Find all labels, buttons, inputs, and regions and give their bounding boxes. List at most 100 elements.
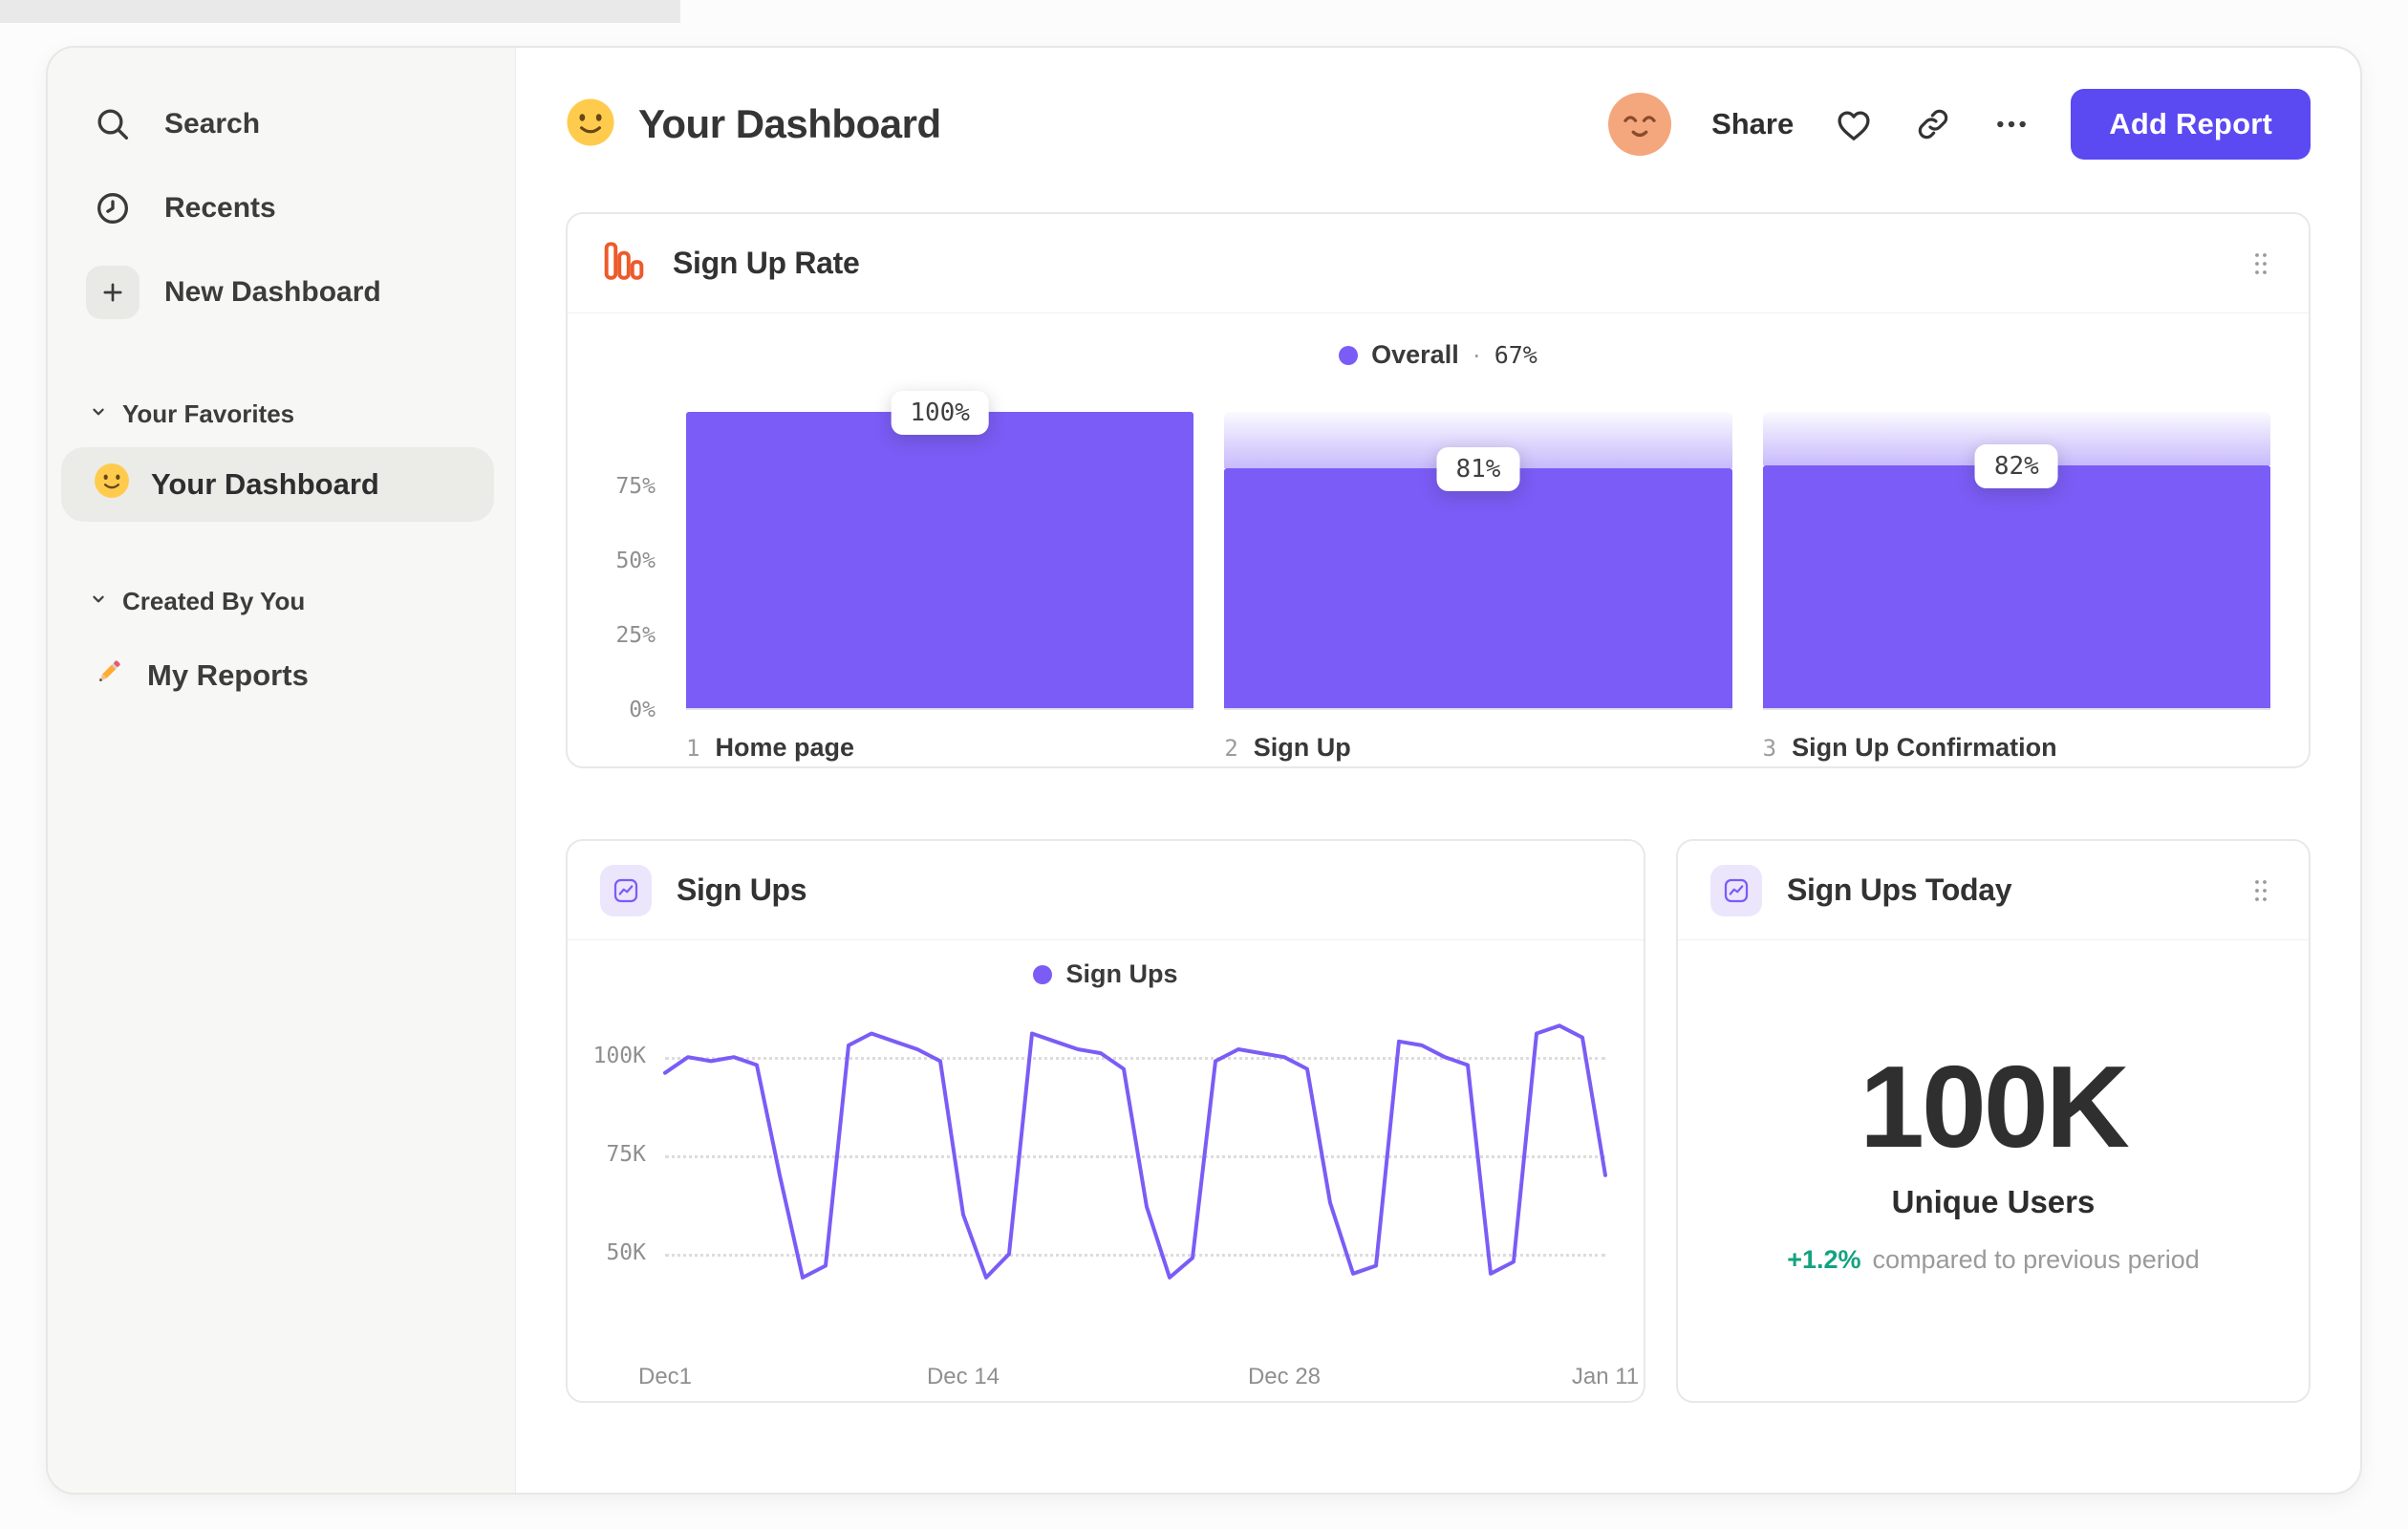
add-report-button[interactable]: Add Report	[2071, 89, 2311, 160]
legend-dot	[1033, 964, 1053, 984]
funnel-bar: 82%	[1762, 412, 2270, 710]
page-title: Your Dashboard	[638, 101, 941, 146]
plus-icon	[86, 266, 140, 319]
funnel-step-home-page[interactable]: 100% 1 Home page	[686, 391, 1194, 763]
search-icon	[86, 105, 140, 143]
sidebar-item-my-reports[interactable]: My Reports	[48, 638, 515, 713]
smiley-emoji-icon	[566, 97, 615, 152]
funnel-y-tick: 25%	[615, 623, 656, 648]
avatar[interactable]	[1608, 93, 1672, 156]
step-name: Home page	[715, 733, 854, 762]
funnel-bars-icon	[600, 237, 648, 290]
legend-label: Sign Ups	[1065, 959, 1178, 988]
funnel-bar-fill	[1224, 467, 1732, 708]
metric-subtitle: Unique Users	[1891, 1183, 2096, 1219]
funnel-y-tick: 0%	[629, 698, 656, 722]
funnel-value-tag: 82%	[1974, 443, 2058, 488]
chevron-down-icon	[88, 587, 109, 616]
y-axis-tick: 100K	[592, 1044, 646, 1069]
drag-handle-icon[interactable]	[2251, 878, 2270, 903]
step-number: 3	[1762, 735, 1777, 762]
card-title: Sign Ups	[677, 872, 807, 907]
legend-value: 67%	[1494, 341, 1537, 369]
favorites-section-header[interactable]: Your Favorites	[48, 384, 515, 443]
app-window: Search Recents New Dashboard Your Favori…	[46, 46, 2362, 1495]
card-title: Sign Up Rate	[673, 246, 860, 280]
main-content: Your Dashboard Share Add Report Sign Up …	[516, 48, 2360, 1493]
funnel-legend[interactable]: Overall · 67%	[1339, 340, 1537, 370]
pencil-icon	[92, 655, 126, 697]
funnel-step-label: 3 Sign Up Confirmation	[1763, 733, 2270, 763]
funnel-step-label: 1 Home page	[686, 733, 1193, 763]
funnel-step-sign-up[interactable]: 81% 2 Sign Up	[1224, 412, 1732, 763]
step-number: 2	[1224, 735, 1238, 762]
line-chart-icon	[600, 864, 652, 916]
y-axis-tick: 50K	[606, 1240, 646, 1266]
signups-line-chart[interactable]: 100K 75K 50K	[593, 1016, 1607, 1348]
sidebar-item-search[interactable]: Search	[48, 82, 515, 166]
sidebar-item-new-dashboard[interactable]: New Dashboard	[48, 250, 515, 334]
funnel-bar: 81%	[1224, 412, 1732, 710]
clock-icon	[86, 189, 140, 227]
more-options-button[interactable]	[1992, 105, 2031, 143]
funnel-y-axis: 75% 50% 25% 0%	[592, 412, 656, 722]
sidebar-item-your-dashboard[interactable]: Your Dashboard	[61, 447, 494, 522]
today-card-body: 100K Unique Users +1.2% compared to prev…	[1678, 921, 2309, 1401]
step-number: 1	[686, 735, 700, 762]
chevron-down-icon	[88, 399, 109, 429]
funnel-bar: 100%	[686, 391, 1194, 710]
line-chart-icon	[1710, 864, 1762, 916]
sidebar-section-favorites: Your Favorites Your Dashboard	[48, 384, 515, 522]
funnel-step-label: 2 Sign Up	[1224, 733, 1731, 763]
section-header-label: Created By You	[122, 586, 306, 615]
funnel-value-tag: 100%	[891, 391, 989, 435]
funnel-bar-fill	[686, 412, 1194, 708]
signups-legend[interactable]: Sign Ups	[1033, 959, 1178, 989]
created-section-header[interactable]: Created By You	[48, 571, 515, 631]
funnel-value-tag: 81%	[1436, 446, 1520, 491]
signups-card: Sign Ups Sign Ups 100K 75K 50K Dec1 Dec 14 D…	[566, 839, 1645, 1403]
metric-delta-row: +1.2% compared to previous period	[1787, 1245, 2200, 1275]
legend-label: Overall	[1371, 340, 1459, 369]
funnel-bar-fill	[1762, 464, 2270, 708]
delta-value: +1.2%	[1787, 1244, 1861, 1274]
smiley-emoji-icon	[94, 463, 130, 506]
window-edge-artifact	[0, 0, 680, 23]
legend-dot	[1339, 345, 1359, 365]
signup-rate-card-header: Sign Up Rate	[568, 214, 2309, 313]
copy-link-button[interactable]	[1914, 105, 1952, 143]
dashboard-header: Your Dashboard Share Add Report	[566, 84, 2311, 164]
x-axis-tick: Dec 14	[926, 1364, 1000, 1389]
step-name: Sign Up	[1253, 733, 1351, 762]
signups-card-header: Sign Ups	[568, 841, 1644, 940]
sidebar-item-label: New Dashboard	[164, 276, 381, 308]
sidebar-item-label: Recents	[164, 192, 276, 224]
step-name: Sign Up Confirmation	[1792, 733, 2057, 762]
sidebar-item-label: Your Dashboard	[151, 467, 379, 501]
sidebar-item-label: My Reports	[147, 658, 309, 692]
x-axis-tick: Dec1	[637, 1364, 693, 1389]
funnel-y-tick: 50%	[615, 549, 656, 573]
funnel-y-tick: 75%	[615, 474, 656, 499]
share-button[interactable]: Share	[1711, 107, 1794, 141]
drag-handle-icon[interactable]	[2251, 251, 2270, 276]
x-axis-tick: Dec 28	[1247, 1364, 1322, 1389]
card-title: Sign Ups Today	[1787, 872, 2012, 907]
funnel-chart: 75% 50% 25% 0% 100% 1 Home page 81% 2 Si…	[592, 391, 2270, 763]
sidebar-item-recents[interactable]: Recents	[48, 166, 515, 250]
delta-caption: compared to previous period	[1872, 1244, 2200, 1274]
signups-x-axis: Dec1 Dec 14 Dec 28 Jan 11	[638, 1364, 1639, 1398]
funnel-step-sign-up-confirmation[interactable]: 82% 3 Sign Up Confirmation	[1762, 412, 2270, 763]
metric-value: 100K	[1860, 1041, 2130, 1172]
plus-tile	[86, 266, 140, 319]
y-axis-tick: 75K	[606, 1142, 646, 1168]
signups-today-card: Sign Ups Today 100K Unique Users +1.2% c…	[1676, 839, 2311, 1403]
signups-line-svg	[663, 1023, 1607, 1280]
x-axis-tick: Jan 11	[1571, 1364, 1640, 1389]
section-header-label: Your Favorites	[122, 398, 295, 428]
favorite-heart-button[interactable]	[1834, 104, 1874, 144]
sidebar-item-label: Search	[164, 108, 261, 140]
sidebar-section-created: Created By You My Reports	[48, 571, 515, 713]
legend-separator: ·	[1472, 340, 1481, 369]
sidebar: Search Recents New Dashboard Your Favori…	[48, 48, 516, 1493]
